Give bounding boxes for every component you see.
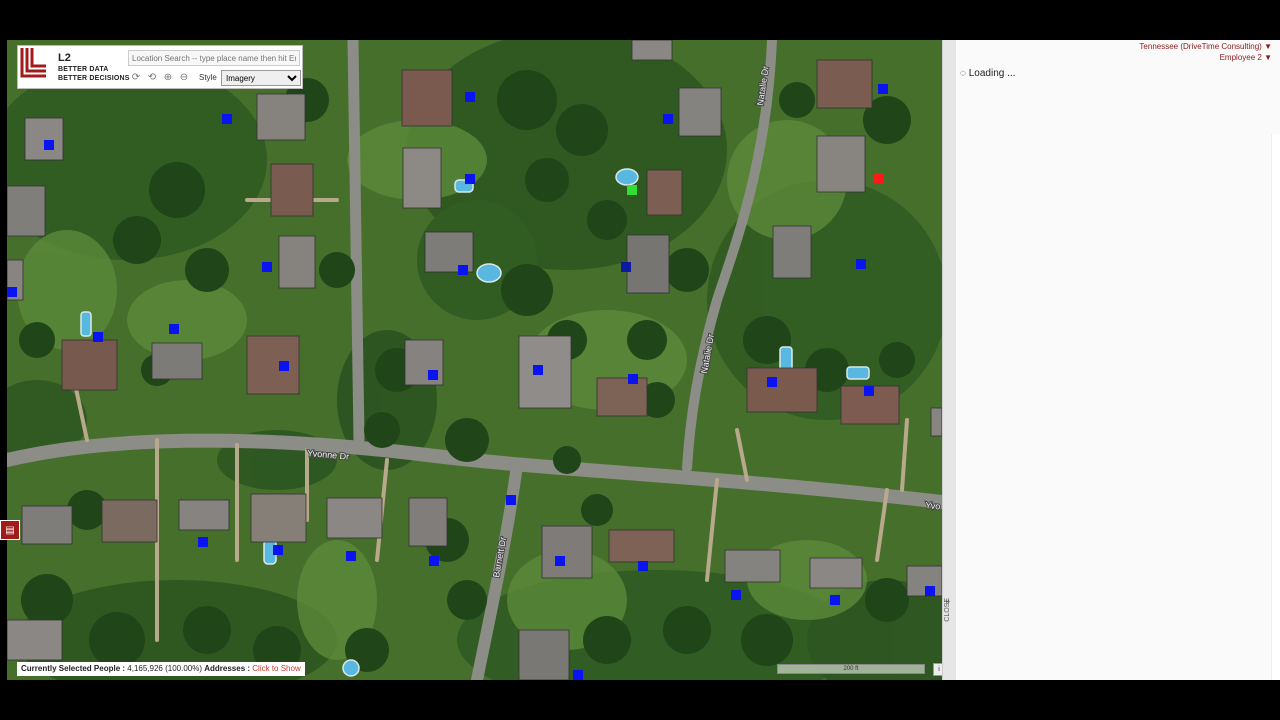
l2-logo-icon bbox=[18, 46, 50, 80]
voter-marker[interactable] bbox=[663, 114, 673, 124]
voter-marker[interactable] bbox=[93, 332, 103, 342]
comment-icon[interactable]: ▤ bbox=[0, 520, 20, 540]
location-search-input[interactable] bbox=[128, 50, 300, 66]
voter-marker[interactable] bbox=[925, 586, 935, 596]
voter-marker[interactable] bbox=[731, 590, 741, 600]
voter-marker[interactable] bbox=[465, 92, 475, 102]
voter-marker[interactable] bbox=[429, 556, 439, 566]
voter-marker[interactable] bbox=[506, 495, 516, 505]
panel-scrollbar[interactable] bbox=[1271, 134, 1280, 680]
voter-marker[interactable] bbox=[428, 370, 438, 380]
voter-marker[interactable] bbox=[628, 374, 638, 384]
voter-marker[interactable] bbox=[346, 551, 356, 561]
loading-indicator: ◌ Loading ... bbox=[960, 68, 1015, 79]
style-select[interactable]: Imagery bbox=[221, 70, 301, 86]
voter-marker[interactable] bbox=[638, 561, 648, 571]
logo-search-panel: L2 BETTER DATA BETTER DECISIONS ⟳ ⟲ ⊕ ⊖ … bbox=[17, 45, 303, 89]
voter-marker[interactable] bbox=[169, 324, 179, 334]
logo-name: L2 bbox=[58, 52, 71, 64]
addresses-show-link[interactable]: Click to Show bbox=[252, 664, 300, 673]
voter-marker[interactable] bbox=[874, 173, 884, 183]
logo-tagline-1: BETTER DATA bbox=[58, 66, 109, 73]
voter-marker[interactable] bbox=[7, 287, 17, 297]
voter-marker[interactable] bbox=[262, 262, 272, 272]
map-info-button[interactable]: i bbox=[933, 663, 942, 676]
voter-marker[interactable] bbox=[573, 670, 583, 680]
voter-marker[interactable] bbox=[533, 365, 543, 375]
refresh-icon[interactable]: ⟳ bbox=[130, 72, 142, 84]
account-name: Tennessee (DriveTime Consulting) bbox=[1139, 42, 1262, 51]
selected-people-label: Currently Selected People : bbox=[21, 664, 126, 673]
voter-marker[interactable] bbox=[279, 361, 289, 371]
voter-marker[interactable] bbox=[621, 262, 631, 272]
voter-marker[interactable] bbox=[830, 595, 840, 605]
satellite-imagery: Yvonne Dr Yvo Natalie Dr Natalie Dr Barn… bbox=[7, 40, 942, 680]
panel-collapse-strip[interactable]: » CLOSE bbox=[942, 40, 956, 680]
caret-down-icon: ▼ bbox=[1264, 53, 1272, 62]
close-panel-button[interactable]: CLOSE bbox=[944, 598, 956, 622]
voter-marker[interactable] bbox=[555, 556, 565, 566]
voter-marker[interactable] bbox=[767, 377, 777, 387]
selection-status: Currently Selected People : 4,165,926 (1… bbox=[17, 662, 305, 676]
voter-marker[interactable] bbox=[222, 114, 232, 124]
rotate-icon[interactable]: ⟲ bbox=[146, 72, 158, 84]
spinner-icon: ◌ bbox=[960, 68, 966, 79]
style-label: Style bbox=[199, 73, 217, 82]
voter-marker[interactable] bbox=[864, 386, 874, 396]
road-label-yvonne-edge: Yvo bbox=[925, 500, 941, 512]
voter-marker[interactable] bbox=[458, 265, 468, 275]
user-name: Employee 2 bbox=[1219, 53, 1262, 62]
account-menu[interactable]: Tennessee (DriveTime Consulting) ▼ Emplo… bbox=[1139, 41, 1272, 63]
addresses-label: Addresses : bbox=[204, 664, 251, 673]
selected-people-value: 4,165,926 (100.00%) bbox=[127, 664, 202, 673]
logo-tagline-2: BETTER DECISIONS bbox=[58, 75, 130, 82]
loading-text: Loading ... bbox=[968, 68, 1016, 79]
voter-marker[interactable] bbox=[198, 537, 208, 547]
voter-marker[interactable] bbox=[856, 259, 866, 269]
voter-marker[interactable] bbox=[627, 185, 637, 195]
voter-marker[interactable] bbox=[878, 84, 888, 94]
zoom-out-icon[interactable]: ⊖ bbox=[178, 72, 190, 84]
app-frame: Yvonne Dr Yvo Natalie Dr Natalie Dr Barn… bbox=[0, 40, 1280, 680]
voter-marker[interactable] bbox=[465, 174, 475, 184]
zoom-in-icon[interactable]: ⊕ bbox=[162, 72, 174, 84]
caret-down-icon: ▼ bbox=[1264, 42, 1272, 51]
voter-marker[interactable] bbox=[273, 545, 283, 555]
voter-marker[interactable] bbox=[44, 140, 54, 150]
scale-bar: 200 ft bbox=[777, 664, 925, 674]
map-view[interactable]: Yvonne Dr Yvo Natalie Dr Natalie Dr Barn… bbox=[7, 40, 942, 680]
side-panel: Tennessee (DriveTime Consulting) ▼ Emplo… bbox=[956, 40, 1280, 680]
